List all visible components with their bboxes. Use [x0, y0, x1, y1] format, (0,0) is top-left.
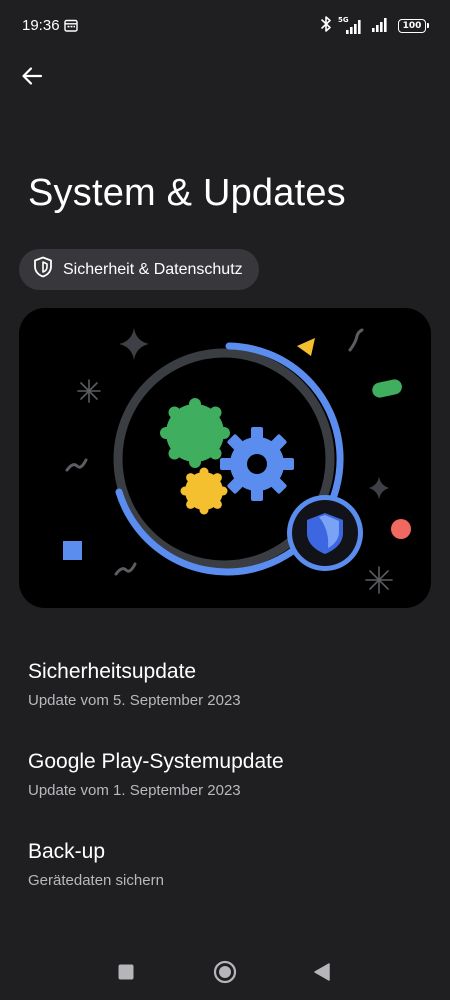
yellow-gear-shape	[180, 467, 228, 515]
item-subtitle: Gerätedaten sichern	[28, 872, 164, 889]
blue-cog-shape	[220, 427, 294, 501]
page-title: System & Updates	[28, 172, 346, 214]
item-title: Sicherheitsupdate	[28, 660, 197, 683]
asterisk-shape	[365, 566, 393, 594]
shield-icon	[33, 256, 53, 283]
signal-2-icon	[370, 15, 392, 38]
green-gear-shape	[160, 398, 230, 468]
list-item-backup[interactable]: Back-up Gerätedaten sichern	[0, 830, 450, 908]
recents-button[interactable]	[114, 960, 138, 984]
item-subtitle: Update vom 1. September 2023	[28, 782, 241, 799]
list-item-security-update[interactable]: Sicherheitsupdate Update vom 5. Septembe…	[0, 650, 450, 728]
squiggle-shape	[348, 328, 364, 352]
pill-shape	[372, 379, 402, 398]
back-triangle-icon	[314, 963, 330, 981]
home-button[interactable]	[213, 960, 237, 984]
item-subtitle: Update vom 5. September 2023	[28, 692, 241, 709]
item-title: Google Play-Systemupdate	[28, 750, 284, 773]
item-title: Back-up	[28, 840, 106, 863]
nav-back-button[interactable]	[310, 960, 334, 984]
square-shape	[63, 541, 82, 560]
calendar-icon	[64, 19, 78, 32]
chip-label: Sicherheit & Datenschutz	[63, 260, 243, 278]
system-update-banner	[19, 308, 431, 608]
status-time: 19:36	[22, 17, 60, 34]
signal-icon: 5G	[338, 16, 364, 35]
status-bar: 19:36 5G 100	[0, 0, 450, 52]
bluetooth-icon	[320, 15, 332, 38]
battery-level: 100	[402, 21, 422, 31]
home-circle-icon	[213, 960, 237, 984]
squiggle-shape	[65, 458, 88, 472]
status-icons: 5G 100	[320, 15, 429, 38]
squiggle-shape	[114, 562, 137, 576]
list-item-play-system-update[interactable]: Google Play-Systemupdate Update vom 1. S…	[0, 740, 450, 818]
recents-square-icon	[118, 964, 134, 980]
sparkle-shape	[369, 476, 389, 500]
navigation-bar	[0, 944, 450, 1000]
back-button[interactable]	[14, 58, 50, 94]
dot-shape	[391, 519, 411, 539]
sparkle-shape	[119, 328, 149, 360]
system-update-illustration	[63, 328, 411, 594]
security-privacy-chip[interactable]: Sicherheit & Datenschutz	[19, 249, 259, 290]
battery-icon: 100	[398, 19, 429, 33]
triangle-shape	[297, 338, 315, 356]
asterisk-shape	[77, 379, 101, 403]
arrow-left-icon	[22, 67, 43, 85]
shield-badge	[287, 495, 363, 571]
